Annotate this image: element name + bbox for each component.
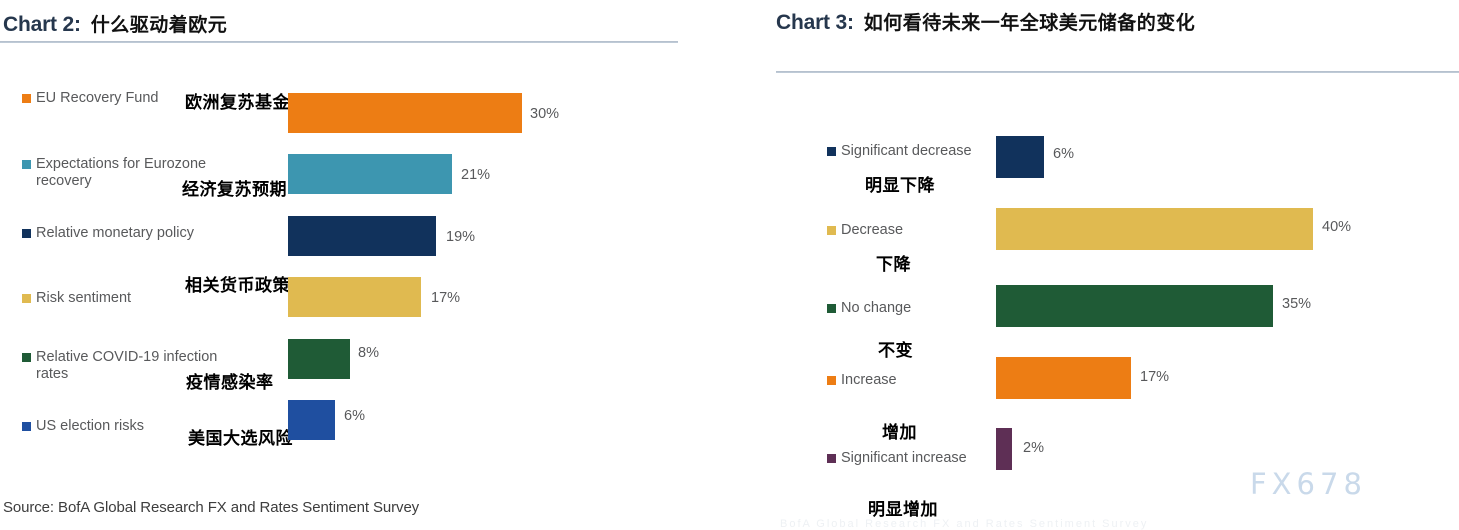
chart-2-plot: EU Recovery Fund Expectations for Eurozo… <box>0 0 700 529</box>
legend-swatch-icon <box>827 376 836 385</box>
legend-swatch-icon <box>22 422 31 431</box>
legend-item-risk-sentiment[interactable]: Risk sentiment <box>22 290 131 307</box>
legend-item-increase[interactable]: Increase <box>827 372 897 389</box>
cn-note-relative-monetary-policy: 相关货币政策 <box>185 276 290 295</box>
cn-note-significant-decrease: 明显下降 <box>865 176 935 195</box>
legend-item-relative-monetary-policy[interactable]: Relative monetary policy <box>22 225 194 242</box>
bar-value-relative-monetary-policy: 19% <box>446 229 476 245</box>
chart-2-source: Source: BofA Global Research FX and Rate… <box>3 499 420 516</box>
bar-no-change[interactable] <box>996 285 1273 327</box>
legend-label: Risk sentiment <box>36 290 132 306</box>
bar-value-eurozone-recovery-expectations: 21% <box>461 167 491 183</box>
legend-label: Relative monetary policy <box>36 225 194 241</box>
legend-label: EU Recovery Fund <box>36 90 159 106</box>
bar-significant-increase[interactable] <box>996 428 1012 470</box>
bar-value-eu-recovery-fund: 30% <box>530 106 560 122</box>
legend-item-decrease[interactable]: Decrease <box>827 222 903 239</box>
bar-relative-monetary-policy[interactable] <box>288 216 436 256</box>
bar-increase[interactable] <box>996 357 1131 399</box>
bar-eu-recovery-fund[interactable] <box>288 93 522 133</box>
bar-value-significant-increase: 2% <box>1023 440 1044 456</box>
bar-eurozone-recovery-expectations[interactable] <box>288 154 452 194</box>
cn-note-decrease: 下降 <box>876 255 911 274</box>
legend-swatch-icon <box>827 304 836 313</box>
watermark-fx678: FX678 <box>1250 467 1367 501</box>
legend-label: No change <box>841 300 912 316</box>
bar-value-significant-decrease: 6% <box>1053 146 1074 162</box>
legend-item-eu-recovery-fund[interactable]: EU Recovery Fund <box>22 90 159 107</box>
bar-value-decrease: 40% <box>1322 219 1352 235</box>
cn-note-covid-infection-rates: 疫情感染率 <box>186 373 274 392</box>
legend-item-no-change[interactable]: No change <box>827 300 911 317</box>
cn-note-no-change: 不变 <box>878 341 913 360</box>
bar-risk-sentiment[interactable] <box>288 277 421 317</box>
legend-label: Expectations for Eurozone recovery <box>36 156 207 189</box>
legend-swatch-icon <box>22 160 31 169</box>
legend-swatch-icon <box>22 353 31 362</box>
cn-note-significant-increase: 明显增加 <box>868 500 938 519</box>
chart-2-panel: Chart 2: 什么驱动着欧元 EU Recovery Fund Expect… <box>0 0 700 529</box>
legend-item-us-election-risks[interactable]: US election risks <box>22 418 144 435</box>
faint-bottom-text: BofA Global Research FX and Rates Sentim… <box>780 518 1149 530</box>
legend-swatch-icon <box>827 454 836 463</box>
cn-note-eu-recovery-fund: 欧洲复苏基金 <box>185 93 290 112</box>
legend-swatch-icon <box>827 147 836 156</box>
bar-value-relative-covid-19-infection-rates: 8% <box>358 345 379 361</box>
bar-us-election-risks[interactable] <box>288 400 335 440</box>
legend-item-significant-decrease[interactable]: Significant decrease <box>827 143 972 160</box>
legend-swatch-icon <box>827 226 836 235</box>
bar-value-risk-sentiment: 17% <box>431 290 461 306</box>
bar-decrease[interactable] <box>996 208 1313 250</box>
cn-note-us-election-risks: 美国大选风险 <box>188 429 293 448</box>
bar-significant-decrease[interactable] <box>996 136 1044 178</box>
legend-label: Significant increase <box>841 450 967 466</box>
legend-swatch-icon <box>22 229 31 238</box>
cn-note-eurozone-recovery: 经济复苏预期 <box>182 180 287 199</box>
bar-value-no-change: 35% <box>1282 296 1312 312</box>
legend-label: US election risks <box>36 418 144 434</box>
legend-item-eurozone-recovery-expectations[interactable]: Expectations for Eurozone recovery <box>22 156 206 190</box>
chart-3-panel: Chart 3: 如何看待未来一年全球美元储备的变化 Significant d… <box>770 0 1459 530</box>
cn-note-increase: 增加 <box>882 423 917 442</box>
chart-3-plot: Significant decrease Decrease No change … <box>770 0 1459 529</box>
legend-label: Decrease <box>841 222 904 238</box>
legend-item-significant-increase[interactable]: Significant increase <box>827 450 967 467</box>
legend-label: Increase <box>841 372 897 388</box>
bar-value-increase: 17% <box>1140 369 1170 385</box>
legend-swatch-icon <box>22 294 31 303</box>
legend-swatch-icon <box>22 94 31 103</box>
bar-value-us-election-risks: 6% <box>344 408 365 424</box>
legend-label: Significant decrease <box>841 143 972 159</box>
bar-relative-covid-19-infection-rates[interactable] <box>288 339 350 379</box>
